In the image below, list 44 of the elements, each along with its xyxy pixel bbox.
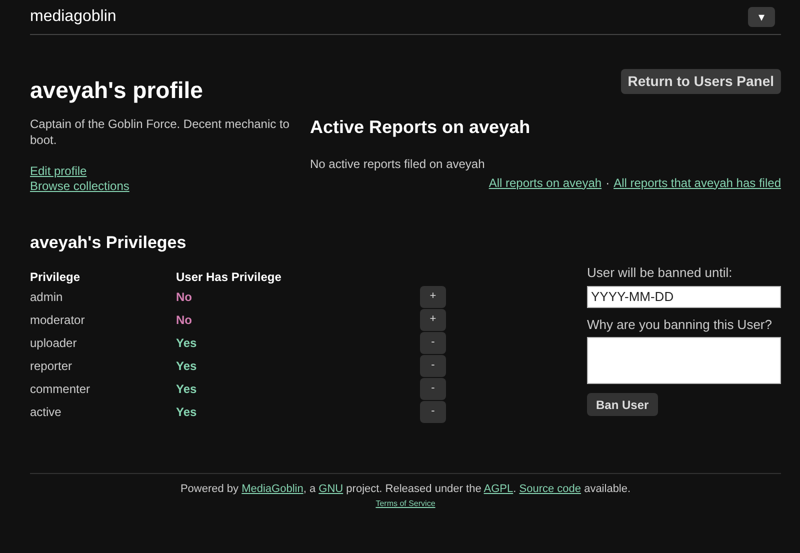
profile-bio: Captain of the Goblin Force. Decent mechanic to boot. (30, 116, 290, 148)
reports-link[interactable]: All reports on aveyah (488, 174, 602, 192)
privilege-toggle-button[interactable]: - (420, 332, 446, 354)
ban-date-field[interactable]: YYYY-MM-DD (587, 286, 781, 308)
privilege-toggle-button[interactable]: - (420, 354, 446, 376)
ban-until-label: User will be banned until: (587, 264, 734, 282)
reports-title: Active Reports on aveyah (310, 116, 532, 139)
column-header: User Has Privilege (176, 269, 282, 286)
privilege-status: No (176, 288, 193, 306)
profile-link[interactable]: Edit profile (30, 164, 87, 178)
footer-text: Powered by MediaGoblin, a GNU project. Released under the AGPL. Source code available. (180, 482, 631, 497)
privilege-toggle-button[interactable]: - (420, 378, 446, 400)
privilege-toggle-button[interactable]: - (420, 400, 446, 422)
link-separator: · (606, 174, 610, 192)
ban-user-button[interactable]: Ban User (587, 393, 658, 416)
privilege-toggle-button[interactable]: + (420, 308, 446, 330)
privilege-name: uploader (30, 334, 78, 352)
profile-link[interactable]: Browse collections (30, 178, 130, 194)
privilege-status: No (176, 312, 193, 328)
privilege-name: reporter (30, 358, 74, 374)
site-logo[interactable]: mediagoblin (30, 5, 116, 29)
ban-reason-label: Why are you banning this User? (587, 316, 773, 334)
menu-toggle-button[interactable]: ▾ (748, 7, 775, 27)
privilege-status: Yes (176, 334, 198, 352)
privilege-status: Yes (176, 380, 198, 398)
privilege-name: active (30, 404, 62, 420)
return-button[interactable]: Return to Users Panel (620, 69, 781, 94)
footer-link[interactable]: AGPL (484, 483, 514, 495)
terms-link[interactable]: Terms of Service (376, 498, 436, 510)
reports-link[interactable]: All reports that aveyah has filed (614, 174, 781, 192)
privileges-title: aveyah's Privileges (30, 232, 188, 254)
no-reports-message: No active reports filed on aveyah (310, 156, 485, 172)
privilege-name: admin (30, 288, 64, 306)
footer-link[interactable]: GNU (318, 483, 344, 495)
privilege-name: commenter (30, 380, 92, 398)
ban-reason-field[interactable] (587, 337, 781, 384)
privilege-name: moderator (30, 312, 86, 328)
footer-link[interactable]: MediaGoblin (242, 483, 304, 495)
privilege-status: Yes (176, 404, 198, 420)
column-header: Privilege (30, 269, 82, 286)
privilege-toggle-button[interactable]: + (420, 286, 446, 308)
footer-link[interactable]: Source code (519, 483, 582, 495)
profile-title: aveyah's profile (30, 76, 203, 105)
privilege-status: Yes (176, 358, 198, 374)
